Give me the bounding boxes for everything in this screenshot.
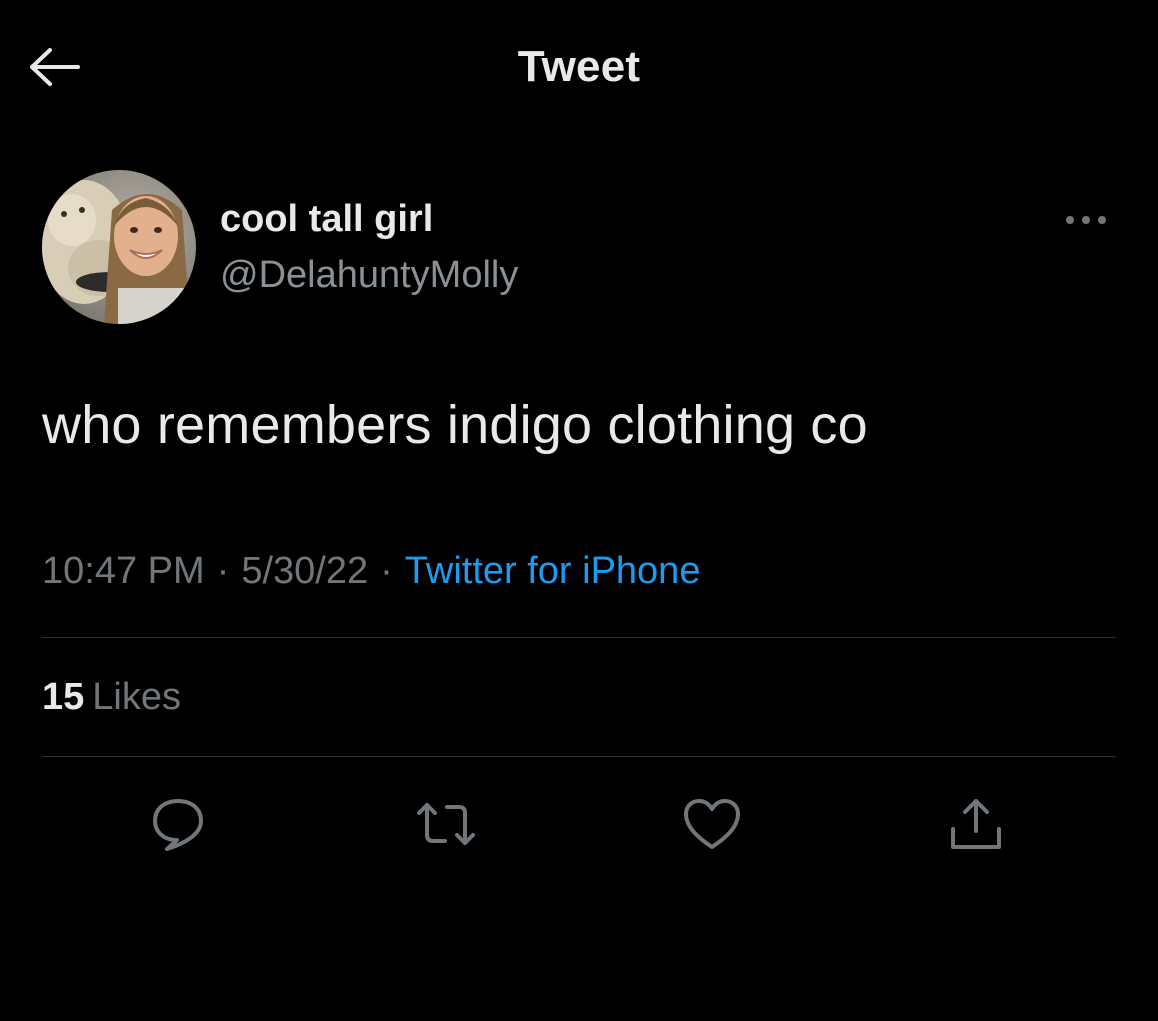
retweet-icon: [417, 803, 475, 845]
author-display-name[interactable]: cool tall girl: [220, 198, 433, 241]
like-heart-icon: [684, 799, 740, 849]
author-handle[interactable]: @DelahuntyMolly: [220, 254, 518, 297]
share-button[interactable]: [936, 784, 1016, 864]
tweet-source-link[interactable]: Twitter for iPhone: [405, 550, 701, 592]
more-horizontal-icon: [1066, 216, 1106, 224]
avatar-photo: [42, 170, 196, 324]
likes-stat[interactable]: 15 Likes: [42, 676, 181, 719]
share-icon: [951, 799, 1001, 849]
tweet-text: who remembers indigo clothing co: [42, 395, 868, 455]
likes-count: 15: [42, 676, 85, 718]
avatar[interactable]: [42, 170, 196, 324]
meta-separator: ·: [216, 550, 230, 592]
tweet-date[interactable]: 5/30/22: [241, 550, 368, 592]
meta-separator: ·: [380, 550, 393, 592]
tweet-metadata: 10:47 PM · 5/30/22 · Twitter for iPhone: [42, 550, 700, 593]
tweet-actions: [42, 784, 1116, 864]
reply-button[interactable]: [138, 784, 218, 864]
top-bar: Tweet: [0, 0, 1158, 140]
divider: [42, 637, 1116, 638]
likes-label: Likes: [92, 676, 181, 718]
tweet-time[interactable]: 10:47 PM: [42, 550, 205, 592]
tweet-author: cool tall girl @DelahuntyMolly: [42, 170, 1116, 326]
page-title: Tweet: [517, 42, 641, 91]
reply-icon: [153, 799, 203, 851]
divider: [42, 756, 1116, 757]
more-options-button[interactable]: [1056, 200, 1116, 240]
like-button[interactable]: [672, 784, 752, 864]
retweet-button[interactable]: [406, 784, 486, 864]
